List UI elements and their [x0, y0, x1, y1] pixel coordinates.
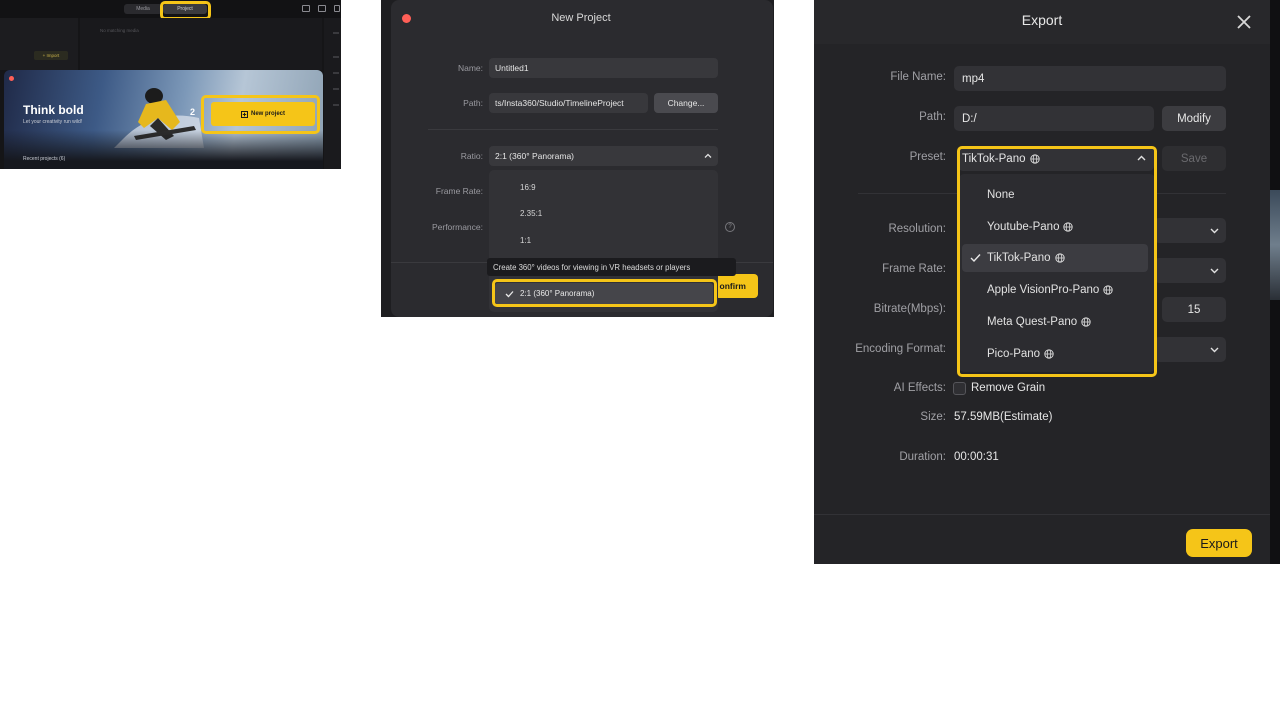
divider [333, 104, 339, 106]
duration-value: 00:00:31 [954, 451, 999, 463]
divider [428, 129, 718, 130]
media-column [0, 18, 78, 70]
modify-button[interactable]: Modify [1162, 106, 1226, 131]
file-name-field[interactable]: mp4 [954, 66, 1226, 91]
ratio-option[interactable]: 2.35:1 [520, 209, 542, 218]
encoding-format-select[interactable] [1154, 337, 1226, 362]
divider [333, 72, 339, 74]
ratio-select[interactable]: 2:1 (360° Panorama) [489, 146, 718, 166]
frame-rate-label: Frame Rate: [882, 263, 946, 275]
chevron-down-icon [1210, 347, 1219, 353]
right-column [324, 18, 341, 169]
dialog-title: New Project [551, 12, 611, 24]
performance-label: Performance: [431, 222, 483, 232]
file-name-label: File Name: [890, 71, 946, 83]
background-preview [1270, 190, 1280, 300]
path-label: Path: [919, 111, 946, 123]
frame-rate-label: Frame Rate: [435, 186, 483, 196]
import-button[interactable]: + Import [34, 51, 68, 60]
new-project-panel: New Project Name: Untitled1 Path: ts/Ins… [381, 0, 774, 317]
ratio-option[interactable]: 1:1 [520, 236, 531, 245]
ratio-value: 2:1 (360° Panorama) [495, 151, 574, 161]
hero-subtitle: Let your creativity run wild! [23, 119, 83, 125]
preset-label: Preset: [909, 151, 946, 163]
divider [333, 88, 339, 90]
resolution-select[interactable] [1154, 218, 1226, 243]
hero-title: Think bold [23, 103, 84, 117]
home-panel: Media Project + Import No matching media… [0, 0, 341, 169]
export-button[interactable]: Export [1186, 529, 1252, 557]
change-button[interactable]: Change... [654, 93, 718, 113]
encoding-format-label: Encoding Format: [855, 343, 946, 355]
footer-divider [814, 514, 1270, 515]
tab-media[interactable]: Media [124, 4, 162, 14]
path-label: Path: [463, 98, 483, 108]
remove-grain-checkbox[interactable] [953, 382, 966, 395]
new-project-highlight [201, 95, 320, 134]
window-close-dot[interactable] [9, 76, 14, 81]
bitrate-field[interactable]: 15 [1162, 297, 1226, 322]
confirm-button[interactable]: onfirm [715, 274, 758, 298]
name-field[interactable]: Untitled1 [489, 58, 718, 78]
ratio-label: Ratio: [460, 151, 483, 161]
ratio-option[interactable]: 16:9 [520, 183, 536, 192]
preset-highlight [957, 146, 1157, 377]
help-icon[interactable]: ? [725, 222, 735, 232]
panel-icon[interactable] [318, 5, 326, 12]
name-label: Name: [457, 63, 483, 73]
size-label: Size: [920, 411, 946, 423]
bitrate-label: Bitrate(Mbps): [873, 303, 946, 315]
resolution-label: Resolution: [888, 223, 946, 235]
size-value: 57.59MB(Estimate) [954, 411, 1053, 423]
save-button[interactable]: Save [1162, 146, 1226, 171]
export-panel: Export File Name: mp4 Path: D:/ Modify P… [814, 0, 1280, 564]
divider [333, 56, 339, 58]
divider [333, 32, 339, 34]
hero-shade [4, 130, 323, 169]
sidebar-icon[interactable] [334, 5, 340, 12]
chevron-down-icon [1210, 228, 1219, 234]
duration-label: Duration: [899, 451, 946, 463]
recent-projects-label: Recent projects (6) [23, 156, 66, 162]
ratio-tooltip: Create 360° videos for viewing in VR hea… [487, 258, 736, 276]
ai-effects-label: AI Effects: [893, 382, 946, 394]
media-placeholder-text: No matching media [100, 28, 139, 33]
selected-option-highlight [492, 279, 717, 307]
media-area [80, 18, 322, 70]
frame-rate-select[interactable] [1154, 258, 1226, 283]
export-title: Export [1021, 12, 1063, 28]
layout-icon[interactable] [302, 5, 310, 12]
step-number: 2 [190, 107, 196, 117]
path-field[interactable]: ts/Insta360/Studio/TimelineProject [489, 93, 648, 113]
chevron-down-icon [1210, 268, 1219, 274]
close-icon[interactable] [1234, 12, 1254, 32]
remove-grain-label: Remove Grain [971, 382, 1046, 394]
path-field[interactable]: D:/ [954, 106, 1154, 131]
chevron-up-icon [704, 153, 712, 158]
